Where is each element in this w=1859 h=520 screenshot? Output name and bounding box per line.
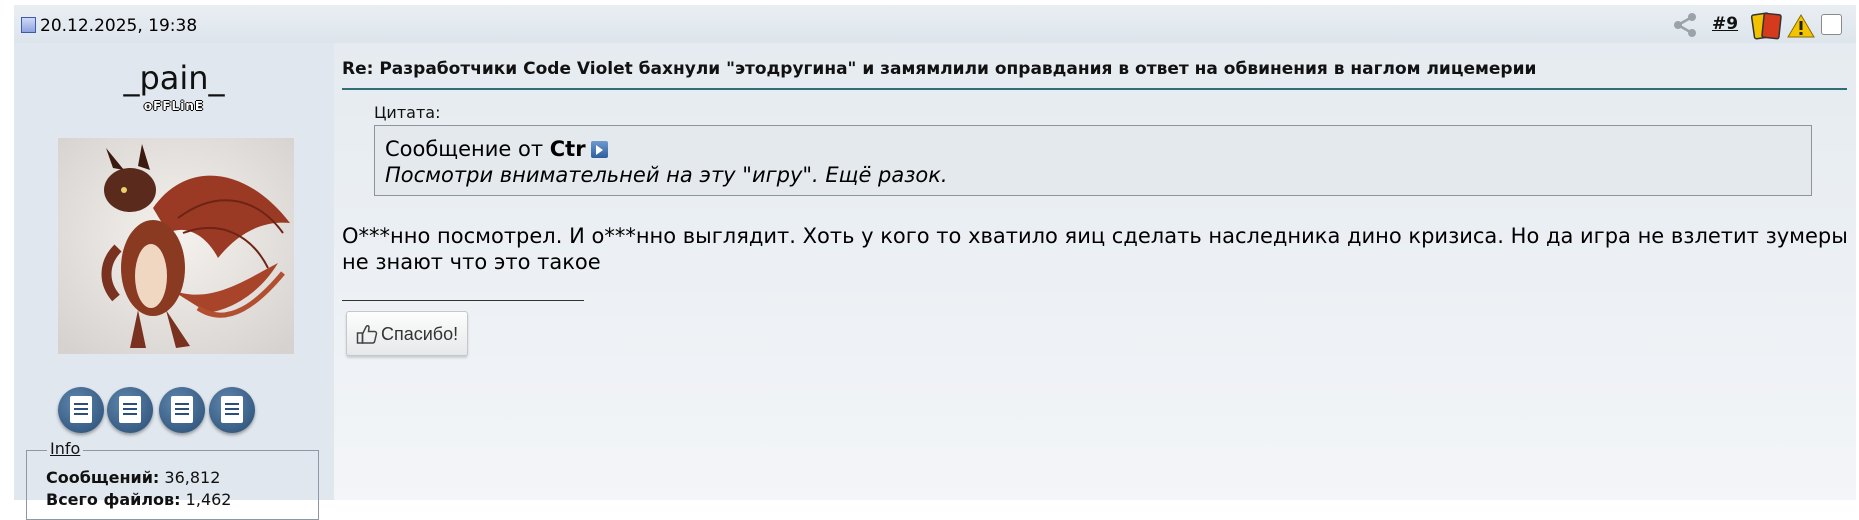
quote-icon[interactable] [159,387,205,433]
user-avatar[interactable] [58,138,294,354]
info-legend: Info [47,439,84,458]
quote-prefix: Сообщение от [385,137,544,161]
files-count: Всего файлов: 1,462 [46,490,231,510]
posts-icon[interactable] [209,387,255,433]
quote-author: Ctr [549,137,586,161]
cards-icon[interactable] [1750,11,1784,41]
posts-count: Сообщений: 36,812 [46,468,220,488]
user-info-column: _pain_ oFFLinE Info Сообщений: 36,812 Вс… [14,43,334,520]
posts-count-value: 36,812 [164,468,221,487]
thanks-button[interactable]: Спасибо! [346,311,468,356]
post-date: 20.12.2025, 19:38 [40,16,198,36]
post-body: О***нно посмотрел. И о***нно выглядит. Х… [342,224,1848,274]
post-title: Re: Разработчики Code Violet бахнули "эт… [342,59,1537,79]
thumbs-up-icon [356,325,378,344]
private-message-icon[interactable] [107,387,153,433]
thanks-label: Спасибо! [381,324,459,344]
forum-post: 20.12.2025, 19:38 #9 _pain_ oFFLinE Info… [14,5,1856,520]
view-post-icon[interactable] [590,141,608,158]
quote-label: Цитата: [374,103,441,122]
title-divider [342,88,1847,90]
username-link[interactable]: _pain_ [14,59,334,97]
quote-box: Сообщение от Ctr Посмотри внимательней н… [374,125,1812,196]
posts-count-label: Сообщений: [46,468,160,487]
edit-profile-icon[interactable] [58,387,104,433]
share-icon[interactable] [1672,12,1698,38]
signature-divider [342,300,584,301]
document-icon [21,17,36,33]
warning-icon[interactable] [1787,13,1815,39]
select-post-checkbox[interactable] [1821,14,1842,35]
quote-text: Посмотри внимательней на эту "игру". Ещё… [385,163,948,187]
user-info-box: Info Сообщений: 36,812 Всего файлов: 1,4… [26,439,319,520]
post-content: Re: Разработчики Code Violet бахнули "эт… [334,43,1856,500]
quote-author-line: Сообщение от Ctr [385,137,608,162]
post-number-link[interactable]: #9 [1712,14,1738,34]
offline-status-badge: oFFLinE [143,99,205,113]
post-header: 20.12.2025, 19:38 #9 [14,5,1856,43]
